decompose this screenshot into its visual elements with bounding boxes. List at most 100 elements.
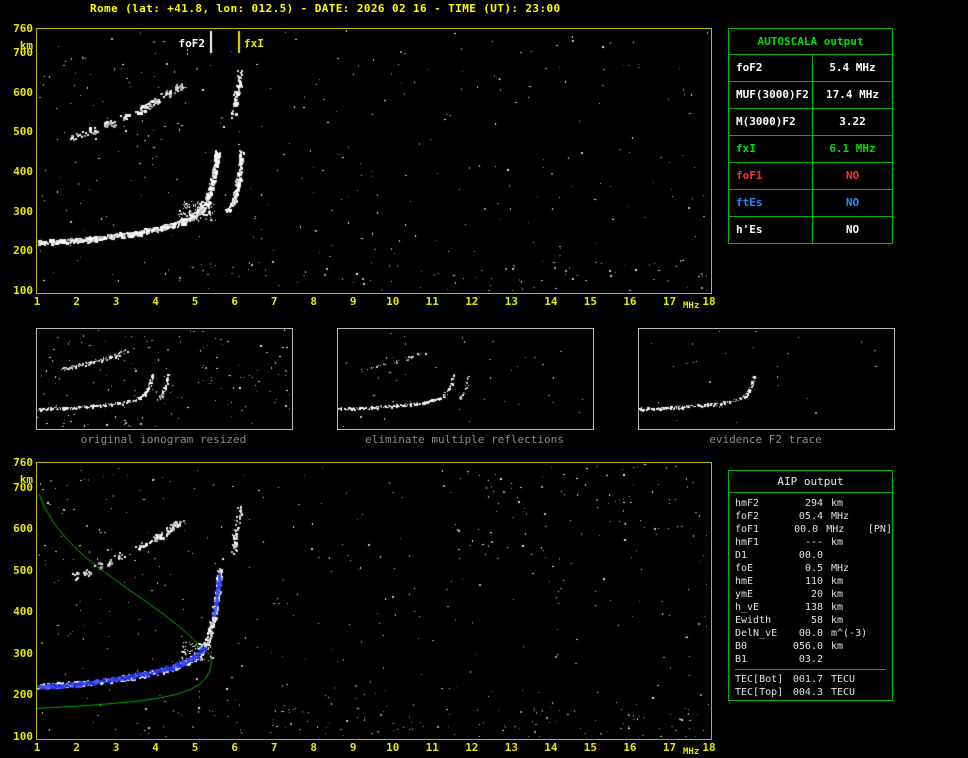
aip-extra bbox=[873, 575, 875, 588]
autoscala-table-body: foF2 5.4 MHz MUF(3000)F2 17.4 MHz M(3000)F2 3… bbox=[729, 55, 892, 243]
aip-unit: TECU bbox=[831, 687, 856, 698]
autoscala-param-value: NO bbox=[845, 169, 860, 182]
thumbnail-caption-evidence: evidence F2 trace bbox=[709, 433, 822, 446]
x-axis-tick: 10 bbox=[386, 295, 400, 308]
aip-name: foF2 bbox=[735, 511, 760, 522]
y-axis-tick: 400 bbox=[13, 164, 33, 178]
aip-row: TEC[Top] 004.3 TECU bbox=[735, 686, 892, 699]
aip-unit: km bbox=[831, 576, 844, 587]
x-axis-tick: 7 bbox=[270, 741, 278, 754]
x-axis-tick: 3 bbox=[112, 741, 120, 754]
aip-name: DelN_vE bbox=[735, 628, 778, 639]
thumbnail-eliminate-reflections bbox=[337, 328, 594, 430]
aip-row: ymE 20 km bbox=[735, 588, 892, 601]
autoscala-row: fxI 6.1 MHz bbox=[729, 136, 892, 163]
aip-row: foF2 05.4 MHz bbox=[735, 510, 892, 523]
aip-value: 20 bbox=[810, 589, 823, 600]
aip-extra bbox=[873, 588, 875, 601]
aip-unit: km bbox=[831, 615, 844, 626]
aip-value: 00.0 bbox=[798, 628, 823, 639]
x-axis-tick: 4 bbox=[152, 295, 159, 308]
aip-value: 294 bbox=[804, 498, 823, 509]
aip-unit: TECU bbox=[831, 674, 856, 685]
aip-tec-separator bbox=[735, 669, 886, 670]
x-axis-tick: 12 bbox=[465, 295, 479, 308]
aip-row: hmF2 294 km bbox=[735, 497, 892, 510]
aip-unit: km bbox=[831, 602, 844, 613]
aip-unit bbox=[823, 549, 873, 562]
aip-name: hmF1 bbox=[735, 537, 760, 548]
autoscala-row: foF1 NO bbox=[729, 163, 892, 190]
aip-unit: km bbox=[831, 589, 844, 600]
fxi-marker-label: fxI bbox=[244, 37, 264, 50]
x-axis-tick: 18 bbox=[702, 741, 716, 754]
aip-extra bbox=[873, 536, 875, 549]
aip-value: 004.3 bbox=[792, 687, 823, 698]
page-title: Rome (lat: +41.8, lon: 012.5) - DATE: 20… bbox=[90, 2, 561, 15]
aip-value: 58 bbox=[810, 615, 823, 626]
aip-unit: MHz bbox=[826, 524, 845, 535]
aip-extra bbox=[873, 673, 875, 686]
x-axis-tick: 14 bbox=[544, 295, 558, 308]
x-axis-tick: 11 bbox=[425, 295, 439, 308]
aip-unit: km bbox=[831, 641, 844, 652]
aip-row: h_vE 138 km bbox=[735, 601, 892, 614]
x-axis-tick: 6 bbox=[231, 295, 238, 308]
aip-name: TEC[Bot] bbox=[735, 674, 784, 685]
x-axis-tick: 11 bbox=[425, 741, 439, 754]
x-axis-tick: 4 bbox=[152, 741, 159, 754]
bottom-ionogram-canvas bbox=[37, 463, 709, 737]
bottom-ionogram-plot bbox=[36, 462, 712, 740]
x-axis-tick: 14 bbox=[544, 741, 558, 754]
thumbnail-original-ionogram bbox=[36, 328, 293, 430]
aip-name: ymE bbox=[735, 589, 754, 600]
autoscala-param-label: ftEs bbox=[729, 190, 813, 216]
fof2-marker-label: foF2 bbox=[178, 37, 206, 50]
y-axis-tick: 760 bbox=[13, 22, 33, 35]
x-axis-tick: 2 bbox=[73, 295, 80, 308]
aip-unit: MHz bbox=[831, 563, 850, 574]
aip-row: D1 00.0 bbox=[735, 549, 892, 562]
aip-extra bbox=[873, 627, 875, 640]
aip-row: B1 03.2 bbox=[735, 653, 892, 666]
thumbnail-evidence-canvas bbox=[639, 329, 892, 427]
aip-extra bbox=[873, 653, 875, 666]
y-axis-unit-label: km bbox=[19, 473, 33, 486]
y-axis-tick: 760 bbox=[13, 456, 33, 469]
x-axis-unit-label: MHz bbox=[683, 747, 700, 757]
x-axis-tick: 12 bbox=[465, 741, 479, 754]
x-axis-tick: 3 bbox=[112, 295, 120, 308]
y-axis-tick: 600 bbox=[13, 522, 33, 536]
y-axis-unit-label: km bbox=[19, 39, 33, 52]
aip-row: DelN_vE 00.0 m^(-3) bbox=[735, 627, 892, 640]
y-axis-tick: 500 bbox=[13, 563, 33, 577]
autoscala-param-label: MUF(3000)F2 bbox=[729, 82, 813, 108]
aip-value: 056.0 bbox=[792, 641, 823, 652]
x-axis-tick: 13 bbox=[504, 295, 518, 308]
aip-name: TEC[Top] bbox=[735, 687, 784, 698]
autoscala-param-value: 3.22 bbox=[839, 115, 866, 128]
aip-value: --- bbox=[804, 537, 823, 548]
autoscala-row: h'Es NO bbox=[729, 217, 892, 243]
aip-value: 05.4 bbox=[798, 511, 823, 522]
x-axis-tick: 9 bbox=[349, 295, 357, 308]
top-ionogram-plot bbox=[36, 28, 712, 294]
thumbnail-original-canvas bbox=[37, 329, 290, 427]
aip-value: 0.5 bbox=[804, 563, 823, 574]
autoscala-row: MUF(3000)F2 17.4 MHz bbox=[729, 82, 892, 109]
aip-extra bbox=[873, 510, 875, 523]
y-axis-tick: 300 bbox=[13, 204, 33, 218]
x-axis-tick: 13 bbox=[504, 741, 518, 754]
x-axis-tick: 1 bbox=[33, 741, 41, 754]
aip-row: foE 0.5 MHz bbox=[735, 562, 892, 575]
thumbnail-evidence-f2-trace bbox=[638, 328, 895, 430]
aip-extra bbox=[873, 562, 875, 575]
aip-extra bbox=[873, 601, 875, 614]
aip-extra bbox=[873, 549, 875, 562]
x-axis-tick: 15 bbox=[583, 741, 598, 754]
x-axis-tick: 8 bbox=[310, 295, 318, 308]
aip-extra bbox=[873, 497, 875, 510]
y-axis-tick: 300 bbox=[13, 646, 33, 660]
aip-name: B0 bbox=[735, 641, 748, 652]
x-axis-tick: 15 bbox=[583, 295, 598, 308]
